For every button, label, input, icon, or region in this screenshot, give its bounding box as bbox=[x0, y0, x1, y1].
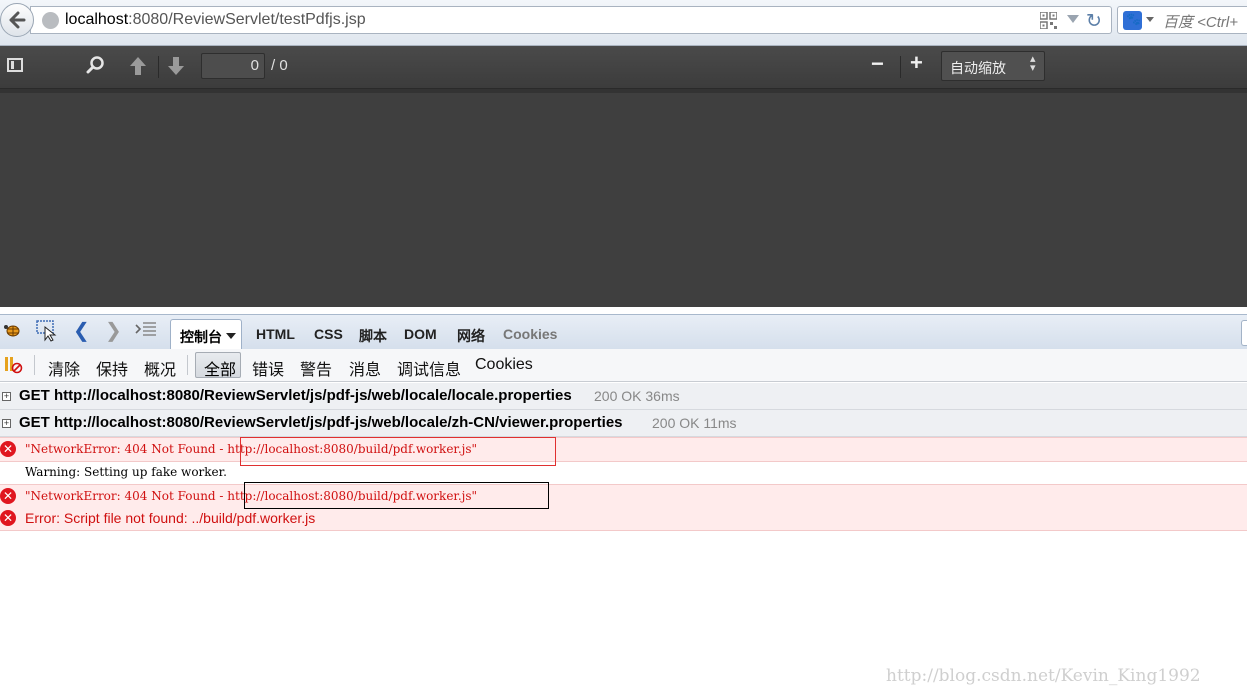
url-bar[interactable]: localhost:8080/ReviewServlet/testPdfjs.j… bbox=[30, 6, 1112, 34]
log-request-row[interactable]: + GET http://localhost:8080/ReviewServle… bbox=[0, 383, 1247, 410]
error-message[interactable]: Error: Script file not found: ../build/p… bbox=[25, 510, 315, 526]
filter-all-label: 全部 bbox=[204, 362, 237, 379]
reload-icon[interactable]: ↻ bbox=[1086, 10, 1102, 33]
inspect-element-icon[interactable] bbox=[36, 320, 58, 342]
baidu-icon[interactable] bbox=[1123, 11, 1142, 30]
url-dropdown-icon[interactable] bbox=[1067, 15, 1079, 23]
toolbar-separator bbox=[34, 355, 35, 375]
expand-icon[interactable]: + bbox=[2, 419, 11, 428]
error-message[interactable]: "NetworkError: 404 Not Found - http://lo… bbox=[25, 442, 477, 456]
filter-all-button[interactable]: 全部 bbox=[195, 352, 241, 379]
url-host: localhost bbox=[65, 11, 129, 28]
log-warning-row[interactable]: Warning: Setting up fake worker. bbox=[0, 461, 1247, 483]
persist-button[interactable]: 保持 bbox=[96, 356, 128, 380]
scale-select-value: 自动缩放 bbox=[950, 60, 1006, 76]
select-arrows-icon: ▴ ▾ bbox=[1030, 53, 1036, 74]
back-button[interactable] bbox=[0, 3, 34, 37]
profile-button[interactable]: 概况 bbox=[144, 356, 176, 380]
toolbar-separator bbox=[158, 56, 159, 78]
filter-cookies-button[interactable]: Cookies bbox=[475, 356, 533, 374]
chevron-left-icon[interactable]: ❮ bbox=[73, 318, 90, 343]
error-message[interactable]: "NetworkError: 404 Not Found - http://lo… bbox=[25, 489, 477, 503]
page-count: / 0 bbox=[271, 57, 288, 74]
expand-icon[interactable]: + bbox=[2, 392, 11, 401]
tab-css[interactable]: CSS bbox=[314, 326, 343, 342]
watermark: http://blog.csdn.net/Kevin_King1992 bbox=[886, 666, 1201, 686]
zoom-in-button[interactable]: + bbox=[910, 50, 923, 76]
search-engine-dropdown-icon[interactable] bbox=[1146, 17, 1154, 22]
browser-nav-bar: localhost:8080/ReviewServlet/testPdfjs.j… bbox=[0, 0, 1247, 46]
scale-select[interactable]: 自动缩放 ▴ ▾ bbox=[941, 51, 1045, 81]
request-status: 200 OK 36ms bbox=[594, 388, 680, 404]
log-error-row[interactable]: ✕ "NetworkError: 404 Not Found - http://… bbox=[0, 437, 1247, 462]
request-url[interactable]: GET http://localhost:8080/ReviewServlet/… bbox=[19, 414, 623, 431]
error-icon: ✕ bbox=[0, 510, 16, 526]
url-text[interactable]: localhost:8080/ReviewServlet/testPdfjs.j… bbox=[65, 11, 366, 29]
filter-errors-button[interactable]: 错误 bbox=[252, 356, 284, 380]
log-request-row[interactable]: + GET http://localhost:8080/ReviewServle… bbox=[0, 410, 1247, 437]
firebug-search-input[interactable] bbox=[1241, 320, 1247, 346]
toolbar-separator bbox=[187, 355, 188, 375]
search-icon[interactable] bbox=[86, 55, 106, 75]
tab-script[interactable]: 脚本 bbox=[359, 326, 387, 346]
url-path: :8080/ReviewServlet/testPdfjs.jsp bbox=[128, 11, 366, 28]
qr-code-icon[interactable] bbox=[1040, 12, 1057, 29]
globe-icon bbox=[42, 12, 59, 29]
sidebar-toggle-icon[interactable] bbox=[7, 58, 23, 72]
search-placeholder: 百度 <Ctrl+ bbox=[1163, 14, 1239, 31]
console-toolbar: 清除 保持 概况 全部 错误 警告 消息 调试信息 Cookies bbox=[0, 349, 1247, 382]
filter-warnings-button[interactable]: 警告 bbox=[300, 356, 332, 380]
search-bar[interactable]: 百度 <Ctrl+ bbox=[1117, 6, 1247, 34]
request-url[interactable]: GET http://localhost:8080/ReviewServlet/… bbox=[19, 387, 572, 404]
chevron-down-icon[interactable] bbox=[226, 333, 236, 339]
error-icon: ✕ bbox=[0, 441, 16, 457]
request-status: 200 OK 11ms bbox=[652, 415, 737, 431]
tab-console[interactable]: 控制台 bbox=[170, 319, 242, 350]
pdf-toolbar: 0 / 0 − + 自动缩放 ▴ ▾ bbox=[0, 46, 1247, 89]
tab-cookies[interactable]: Cookies bbox=[503, 326, 557, 342]
tab-net[interactable]: 网络 bbox=[457, 326, 485, 346]
firebug-icon[interactable] bbox=[3, 323, 21, 337]
tab-html[interactable]: HTML bbox=[256, 326, 295, 342]
tab-dom[interactable]: DOM bbox=[404, 326, 437, 342]
next-page-icon[interactable] bbox=[166, 55, 186, 77]
chevron-right-icon[interactable]: ❯ bbox=[105, 318, 122, 343]
filter-info-button[interactable]: 消息 bbox=[349, 356, 381, 380]
pdf-viewer-area bbox=[0, 89, 1247, 307]
back-arrow-icon bbox=[9, 11, 26, 29]
previous-page-icon[interactable] bbox=[128, 55, 148, 77]
filter-debug-button[interactable]: 调试信息 bbox=[397, 356, 461, 380]
zoom-out-button[interactable]: − bbox=[871, 51, 884, 77]
log-error-row[interactable]: ✕ Error: Script file not found: ../build… bbox=[0, 507, 1247, 531]
break-on-errors-icon[interactable] bbox=[3, 356, 23, 374]
page-number-input[interactable]: 0 bbox=[201, 53, 265, 79]
toolbar-separator bbox=[900, 56, 901, 78]
clear-button[interactable]: 清除 bbox=[48, 356, 80, 380]
command-line-icon[interactable] bbox=[135, 321, 157, 339]
warning-message: Warning: Setting up fake worker. bbox=[25, 465, 227, 479]
error-icon: ✕ bbox=[0, 488, 16, 504]
log-error-row[interactable]: ✕ "NetworkError: 404 Not Found - http://… bbox=[0, 484, 1247, 509]
firebug-tab-bar: ❮ ❯ 控制台 HTML CSS 脚本 DOM 网络 Cookies bbox=[0, 314, 1247, 350]
tab-console-label: 控制台 bbox=[180, 329, 222, 345]
